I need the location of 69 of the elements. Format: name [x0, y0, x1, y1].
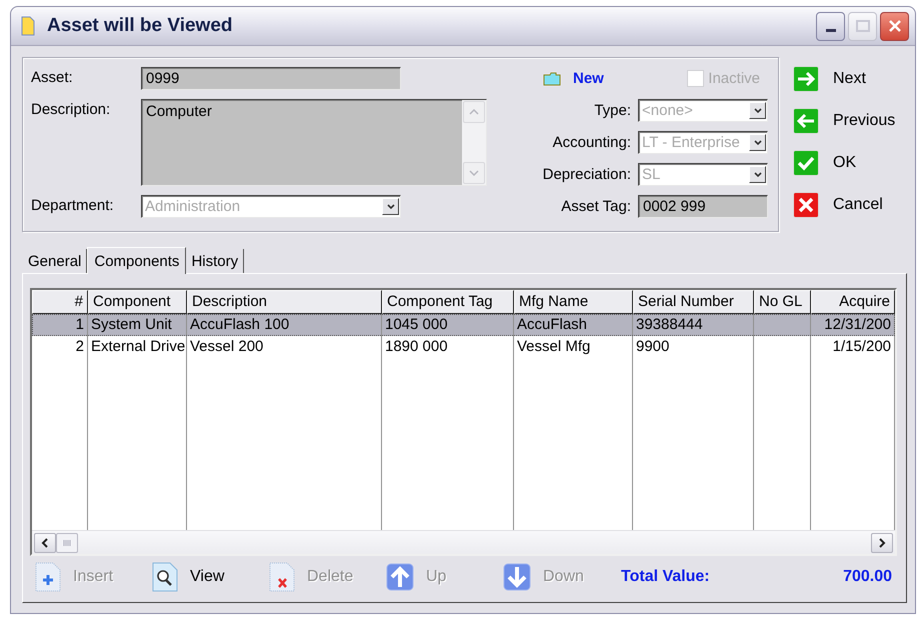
horizontal-scrollbar[interactable] [32, 530, 895, 554]
table-cell-text: System Unit [91, 315, 172, 335]
table-cell-text: AccuFlash 100 [190, 315, 290, 335]
dropdown-value: SL [642, 164, 662, 184]
column-header[interactable]: Mfg Name [514, 290, 633, 314]
checkmark-icon [793, 150, 819, 176]
column-header[interactable]: Serial Number [633, 290, 754, 314]
tab[interactable]: Components [87, 247, 186, 274]
column-header[interactable]: Acquire [811, 290, 895, 314]
close-icon [888, 19, 902, 33]
total-label: Total Value: [621, 568, 710, 586]
text-field[interactable]: 0002 999 [638, 195, 768, 218]
table-row[interactable]: 2 External Drive Vessel 200 1890 000 Vessel Mfg 9900 1/15/200 [32, 336, 895, 358]
table-row[interactable]: 1 System Unit AccuFlash 100 1045 000 AccuFlash 39388444 12/31/200 [32, 314, 895, 336]
table-cell-text: External Drive [91, 337, 186, 357]
total-value: 700.00 [843, 568, 892, 586]
chevron-right-icon [878, 538, 886, 548]
dropdown-value: LT - Enterprise [642, 132, 741, 152]
table-cell-text: 2 [76, 337, 84, 357]
column-header[interactable]: No GL [754, 290, 811, 314]
chevron-down-icon [469, 170, 479, 176]
view-button[interactable]: View [152, 562, 269, 592]
field-label: Department: [31, 196, 115, 216]
field-label: Description: [31, 100, 112, 120]
minimize-icon [826, 28, 836, 32]
field-label: Type: [594, 102, 631, 119]
table-cell-text: 12/31/200 [824, 315, 891, 335]
table-cell-text: 39388444 [636, 315, 703, 335]
field-label: Accounting: [552, 134, 631, 151]
chevron-up-icon [469, 109, 479, 115]
field-label: Asset: [31, 68, 74, 88]
table-cell-text: Vessel Mfg [517, 337, 590, 357]
dropdown-value: Administration [145, 196, 242, 216]
delete-document-icon [269, 562, 295, 592]
cancel-button[interactable]: Cancel [793, 192, 896, 218]
table-cell-text: Vessel 200 [190, 337, 264, 357]
table-cell-text: 1 [76, 315, 84, 335]
close-button[interactable] [880, 12, 909, 40]
status-label: New [573, 70, 604, 87]
folder-icon [543, 72, 561, 86]
window-title: Asset will be Viewed [47, 15, 233, 37]
field-label: Depreciation: [542, 166, 631, 183]
vertical-scrollbar[interactable] [462, 100, 486, 185]
table-cell-text: 9900 [636, 337, 670, 357]
tab[interactable]: History [186, 249, 244, 273]
magnifier-icon [152, 562, 178, 592]
column-header[interactable]: Description [187, 290, 382, 314]
table-cell-text: AccuFlash [517, 315, 588, 335]
column-header[interactable]: Component Tag [382, 290, 514, 314]
close-icon [793, 192, 819, 218]
table-cell-text: 1/15/200 [832, 337, 891, 357]
maximize-icon [856, 20, 870, 32]
dropdown-value: <none> [642, 100, 694, 120]
chevron-left-icon [41, 538, 49, 548]
text-field[interactable]: 0999 [141, 67, 401, 90]
column-header[interactable]: Component [88, 290, 187, 314]
next-button[interactable]: Next [793, 66, 896, 92]
previous-button[interactable]: Previous [793, 108, 896, 134]
scroll-right-button[interactable] [871, 532, 893, 552]
field-label: Asset Tag: [561, 198, 631, 215]
column-header[interactable]: # [32, 290, 88, 314]
minimize-button[interactable] [816, 12, 845, 40]
document-icon [21, 16, 35, 36]
scrollbar-thumb[interactable] [56, 532, 78, 552]
scroll-left-button[interactable] [34, 532, 56, 552]
add-document-icon [35, 562, 61, 592]
table-cell-text: 1890 000 [385, 337, 448, 357]
table-cell-text: 1045 000 [385, 315, 448, 335]
ok-button[interactable]: OK [793, 150, 896, 176]
